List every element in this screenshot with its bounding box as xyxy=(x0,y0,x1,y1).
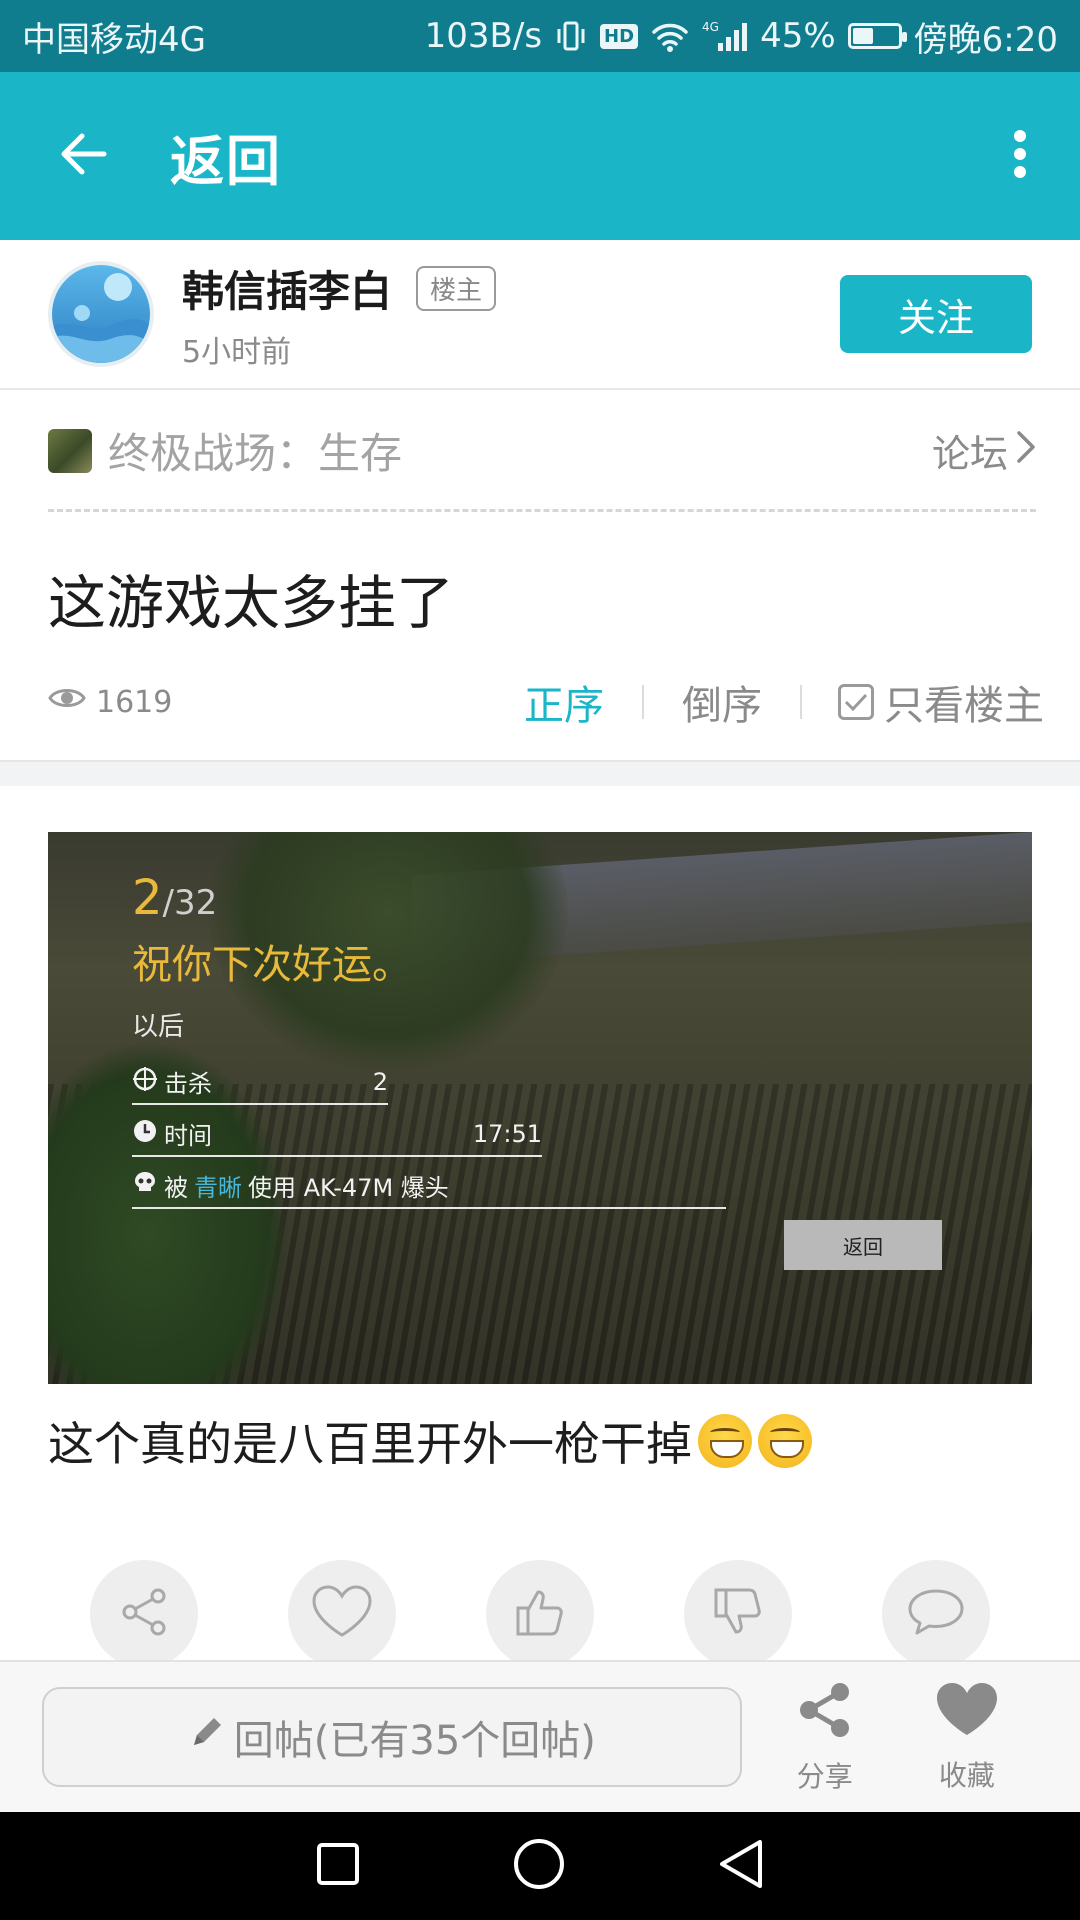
share-icon xyxy=(796,1680,854,1747)
back-button[interactable] xyxy=(0,72,170,240)
bottom-bar: 回帖(已有35个回帖) 分享 收藏 xyxy=(0,1660,1080,1812)
carrier-label: 中国移动4G xyxy=(22,19,206,60)
heart-icon xyxy=(310,1583,374,1645)
sort-descending[interactable]: 倒序 xyxy=(644,673,800,731)
grinning-face-icon xyxy=(758,1414,812,1468)
like-button[interactable] xyxy=(288,1560,396,1668)
forum-link-label: 论坛 xyxy=(931,432,1008,476)
time-value: 17:51 xyxy=(472,1119,542,1148)
recent-apps-button[interactable] xyxy=(314,1840,362,1892)
eye-icon xyxy=(48,683,86,721)
death-prefix: 被 xyxy=(164,1174,188,1202)
share-button[interactable] xyxy=(90,1560,198,1668)
game-hud: 2/32 祝你下次好运。 以后 xyxy=(132,870,412,1043)
forum-row[interactable]: 终极战场：生存 论坛 xyxy=(48,392,1036,512)
share-bottom-button[interactable]: 分享 xyxy=(754,1680,896,1795)
post-body: 这个真的是八百里开外一枪干掉 xyxy=(48,1408,812,1474)
forum-name: 终极战场：生存 xyxy=(108,429,403,478)
favorite-button[interactable]: 收藏 xyxy=(896,1681,1038,1794)
app-bar: 返回 xyxy=(0,72,1080,240)
home-button[interactable] xyxy=(512,1837,566,1895)
battery-percent: 45% xyxy=(760,16,836,56)
reply-input[interactable]: 回帖(已有35个回帖) xyxy=(42,1687,742,1787)
kills-label: 击杀 xyxy=(164,1070,212,1098)
op-only-label: 只看楼主 xyxy=(884,683,1044,729)
grinning-face-icon xyxy=(698,1414,752,1468)
rank-total: /32 xyxy=(162,883,218,923)
wifi-icon xyxy=(650,20,690,52)
sort-ascending[interactable]: 正序 xyxy=(486,673,642,731)
follow-button[interactable]: 关注 xyxy=(840,275,1032,353)
thumbs-up-icon xyxy=(512,1584,568,1644)
downvote-button[interactable] xyxy=(684,1560,792,1668)
system-back-button[interactable] xyxy=(716,1837,766,1895)
post-actions xyxy=(90,1560,990,1670)
comment-icon xyxy=(906,1585,966,1643)
more-options-button[interactable] xyxy=(960,72,1080,240)
result-later: 以后 xyxy=(132,1012,185,1042)
hud-time: 时间 17:51 xyxy=(132,1116,542,1157)
post-time: 5小时前 xyxy=(182,334,292,370)
sort-group: 正序 倒序 只看楼主 xyxy=(486,673,1044,731)
hud-kills: 击杀 2 xyxy=(132,1064,388,1105)
section-divider xyxy=(0,760,1080,786)
heart-icon xyxy=(935,1681,999,1746)
meta-row: 1619 正序 倒序 只看楼主 xyxy=(48,672,1044,732)
post-text: 这个真的是八百里开外一枪干掉 xyxy=(48,1417,692,1471)
op-only-toggle[interactable]: 只看楼主 xyxy=(802,673,1044,731)
result-message: 祝你下次好运。 xyxy=(132,942,412,988)
square-icon xyxy=(314,1843,362,1892)
rank: 2/32 xyxy=(132,870,412,926)
rank-value: 2 xyxy=(132,870,163,926)
favorite-label: 收藏 xyxy=(938,1758,995,1792)
kills-value: 2 xyxy=(372,1067,388,1096)
author-row: 韩信插李白 楼主 5小时前 关注 xyxy=(0,240,1080,390)
post-image[interactable]: 2/32 祝你下次好运。 以后 击杀 2 时间 17:51 被 青晰 使用 AK… xyxy=(48,832,1032,1384)
clock-icon xyxy=(132,1118,158,1150)
crosshair-icon xyxy=(132,1066,158,1098)
time-label: 时间 xyxy=(164,1122,212,1150)
arrow-left-icon xyxy=(58,132,108,180)
hud-death: 被 青晰 使用 AK-47M 爆头 xyxy=(132,1168,726,1209)
post-title: 这游戏太多挂了 xyxy=(48,569,455,637)
death-detail: 使用 AK-47M 爆头 xyxy=(248,1174,449,1202)
comment-button[interactable] xyxy=(882,1560,990,1668)
view-count: 1619 xyxy=(48,683,172,721)
clock: 傍晚6:20 xyxy=(913,19,1058,60)
share-label: 分享 xyxy=(796,1759,853,1793)
reply-placeholder: 回帖(已有35个回帖) xyxy=(233,1718,596,1764)
circle-icon xyxy=(512,1839,566,1895)
killer-name: 青晰 xyxy=(194,1174,242,1202)
triangle-back-icon xyxy=(716,1840,766,1895)
vibrate-icon xyxy=(554,19,588,53)
hd-badge: HD xyxy=(600,23,639,49)
skull-icon xyxy=(132,1170,158,1202)
battery-icon xyxy=(847,23,907,49)
avatar[interactable] xyxy=(48,261,154,367)
chevron-right-icon xyxy=(1016,429,1036,473)
op-badge: 楼主 xyxy=(416,265,497,311)
upvote-button[interactable] xyxy=(486,1560,594,1668)
checkbox-icon xyxy=(838,684,874,720)
app-bar-title[interactable]: 返回 xyxy=(170,117,282,196)
view-count-value: 1619 xyxy=(96,684,173,720)
hud-back-button: 返回 xyxy=(784,1220,942,1270)
pencil-icon xyxy=(188,1713,226,1761)
network-speed: 103B/s xyxy=(424,16,543,56)
share-icon xyxy=(116,1584,172,1644)
system-nav-bar xyxy=(0,1812,1080,1920)
forum-link[interactable]: 论坛 xyxy=(932,423,1036,478)
more-vertical-icon xyxy=(1012,128,1028,184)
game-icon xyxy=(48,428,92,473)
status-bar: 中国移动4G 103B/s HD 4G 45% 傍晚6:20 xyxy=(0,0,1080,72)
signal-icon: 4G xyxy=(702,19,748,53)
network-type: 4G xyxy=(702,20,719,34)
thumbs-down-icon xyxy=(710,1584,766,1644)
author-name[interactable]: 韩信插李白 xyxy=(182,258,392,319)
